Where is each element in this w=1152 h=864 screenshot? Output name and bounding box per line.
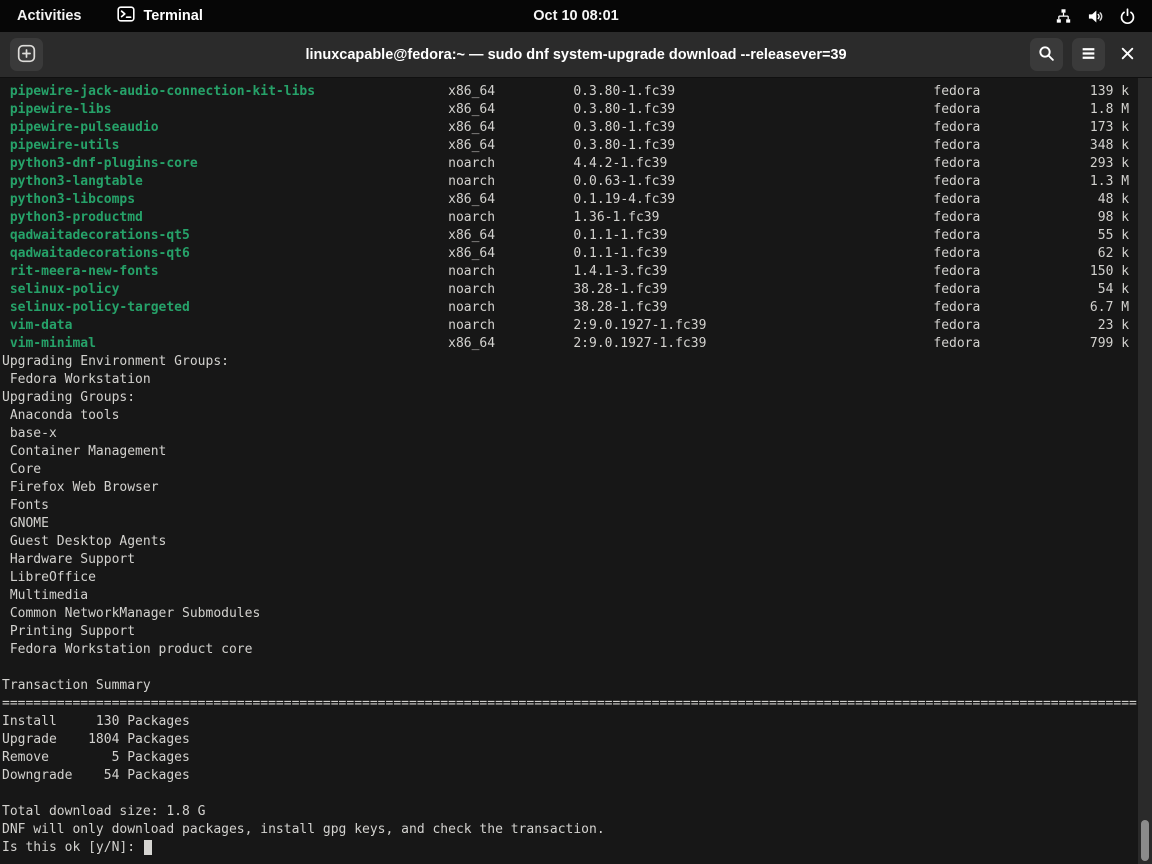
confirm-prompt: Is this ok [y/N]:	[2, 840, 143, 855]
terminal-line: Multimedia	[2, 587, 1152, 605]
menu-button[interactable]	[1072, 38, 1105, 71]
terminal-line: Fedora Workstation	[2, 371, 1152, 389]
package-name: pipewire-pulseaudio	[2, 120, 159, 135]
terminal-line: Is this ok [y/N]:	[2, 839, 1152, 857]
terminal-line	[2, 785, 1152, 803]
terminal-line: rit-meera-new-fonts noarch 1.4.1-3.fc39 …	[2, 263, 1152, 281]
terminal-line: selinux-policy-targeted noarch 38.28-1.f…	[2, 299, 1152, 317]
package-name: pipewire-jack-audio-connection-kit-libs	[2, 84, 315, 99]
package-details: x86_64 0.1.1-1.fc39 fedora 62 k	[190, 246, 1129, 261]
terminal-line: qadwaitadecorations-qt5 x86_64 0.1.1-1.f…	[2, 227, 1152, 245]
terminal-line: Firefox Web Browser	[2, 479, 1152, 497]
search-button[interactable]	[1030, 38, 1063, 71]
terminal-output[interactable]: pipewire-jack-audio-connection-kit-libs …	[0, 78, 1152, 857]
gnome-top-bar: Activities Terminal Oct 10 08:01	[0, 0, 1152, 32]
terminal-line: python3-productmd noarch 1.36-1.fc39 fed…	[2, 209, 1152, 227]
network-wired-icon	[1055, 8, 1072, 25]
close-button[interactable]	[1114, 42, 1140, 68]
terminal-line: Upgrade 1804 Packages	[2, 731, 1152, 749]
terminal-line: Upgrading Groups:	[2, 389, 1152, 407]
focused-app-label: Terminal	[143, 8, 202, 24]
terminal-line: pipewire-libs x86_64 0.3.80-1.fc39 fedor…	[2, 101, 1152, 119]
terminal-line: pipewire-jack-audio-connection-kit-libs …	[2, 83, 1152, 101]
terminal-line: vim-minimal x86_64 2:9.0.1927-1.fc39 fed…	[2, 335, 1152, 353]
package-details: noarch 1.4.1-3.fc39 fedora 150 k	[159, 264, 1130, 279]
terminal-line: vim-data noarch 2:9.0.1927-1.fc39 fedora…	[2, 317, 1152, 335]
terminal-line: pipewire-pulseaudio x86_64 0.3.80-1.fc39…	[2, 119, 1152, 137]
terminal-line: Printing Support	[2, 623, 1152, 641]
terminal-line: qadwaitadecorations-qt6 x86_64 0.1.1-1.f…	[2, 245, 1152, 263]
package-details: noarch 1.36-1.fc39 fedora 98 k	[143, 210, 1129, 225]
terminal-line: Total download size: 1.8 G	[2, 803, 1152, 821]
terminal-line: Remove 5 Packages	[2, 749, 1152, 767]
new-tab-icon	[17, 44, 36, 66]
console-window: linuxcapable@fedora:~ — sudo dnf system-…	[0, 32, 1152, 864]
terminal-line: Fonts	[2, 497, 1152, 515]
terminal-line: GNOME	[2, 515, 1152, 533]
terminal-line: Install 130 Packages	[2, 713, 1152, 731]
package-name: selinux-policy	[2, 282, 119, 297]
package-name: python3-langtable	[2, 174, 143, 189]
package-details: noarch 0.0.63-1.fc39 fedora 1.3 M	[143, 174, 1129, 189]
terminal-line: Container Management	[2, 443, 1152, 461]
header-bar: linuxcapable@fedora:~ — sudo dnf system-…	[0, 32, 1152, 78]
package-name: rit-meera-new-fonts	[2, 264, 159, 279]
terminal-line: python3-dnf-plugins-core noarch 4.4.2-1.…	[2, 155, 1152, 173]
terminal-line: python3-langtable noarch 0.0.63-1.fc39 f…	[2, 173, 1152, 191]
package-name: selinux-policy-targeted	[2, 300, 190, 315]
terminal-line: Guest Desktop Agents	[2, 533, 1152, 551]
terminal-line: Hardware Support	[2, 551, 1152, 569]
focused-app-menu[interactable]: Terminal	[117, 5, 202, 27]
package-name: python3-productmd	[2, 210, 143, 225]
volume-icon	[1087, 8, 1104, 25]
terminal-viewport: pipewire-jack-audio-connection-kit-libs …	[0, 78, 1152, 864]
terminal-line: Transaction Summary	[2, 677, 1152, 695]
terminal-line: pipewire-utils x86_64 0.3.80-1.fc39 fedo…	[2, 137, 1152, 155]
terminal-line: Core	[2, 461, 1152, 479]
package-details: noarch 4.4.2-1.fc39 fedora 293 k	[198, 156, 1129, 171]
power-icon	[1119, 8, 1136, 25]
terminal-line: base-x	[2, 425, 1152, 443]
terminal-line: ========================================…	[2, 695, 1152, 713]
terminal-line	[2, 659, 1152, 677]
package-name: pipewire-libs	[2, 102, 112, 117]
package-name: qadwaitadecorations-qt5	[2, 228, 190, 243]
terminal-line: Fedora Workstation product core	[2, 641, 1152, 659]
new-tab-button[interactable]	[10, 38, 43, 71]
close-icon	[1120, 46, 1135, 64]
package-name: vim-data	[2, 318, 72, 333]
package-name: vim-minimal	[2, 336, 96, 351]
package-name: pipewire-utils	[2, 138, 119, 153]
terminal-line: Anaconda tools	[2, 407, 1152, 425]
package-details: x86_64 0.3.80-1.fc39 fedora 348 k	[119, 138, 1129, 153]
terminal-line: python3-libcomps x86_64 0.1.19-4.fc39 fe…	[2, 191, 1152, 209]
search-icon	[1038, 45, 1055, 65]
package-details: x86_64 0.3.80-1.fc39 fedora 139 k	[315, 84, 1129, 99]
terminal-line: selinux-policy noarch 38.28-1.fc39 fedor…	[2, 281, 1152, 299]
package-details: noarch 2:9.0.1927-1.fc39 fedora 23 k	[72, 318, 1129, 333]
terminal-line: Common NetworkManager Submodules	[2, 605, 1152, 623]
package-details: x86_64 0.3.80-1.fc39 fedora 173 k	[159, 120, 1130, 135]
hamburger-menu-icon	[1080, 45, 1097, 65]
terminal-line: Upgrading Environment Groups:	[2, 353, 1152, 371]
terminal-app-icon	[117, 5, 135, 27]
package-name: python3-dnf-plugins-core	[2, 156, 198, 171]
window-title: linuxcapable@fedora:~ — sudo dnf system-…	[120, 47, 1032, 63]
scrollbar-track[interactable]	[1138, 78, 1152, 864]
scrollbar-thumb[interactable]	[1141, 820, 1149, 861]
package-name: python3-libcomps	[2, 192, 135, 207]
terminal-line: DNF will only download packages, install…	[2, 821, 1152, 839]
terminal-line: Downgrade 54 Packages	[2, 767, 1152, 785]
package-details: noarch 38.28-1.fc39 fedora 54 k	[119, 282, 1129, 297]
package-details: x86_64 0.1.19-4.fc39 fedora 48 k	[135, 192, 1129, 207]
system-status-area[interactable]	[1055, 8, 1136, 25]
activities-button[interactable]: Activities	[17, 8, 81, 24]
package-name: qadwaitadecorations-qt6	[2, 246, 190, 261]
package-details: x86_64 0.1.1-1.fc39 fedora 55 k	[190, 228, 1129, 243]
terminal-cursor[interactable]	[144, 840, 152, 855]
package-details: noarch 38.28-1.fc39 fedora 6.7 M	[190, 300, 1129, 315]
package-details: x86_64 2:9.0.1927-1.fc39 fedora 799 k	[96, 336, 1129, 351]
terminal-line: LibreOffice	[2, 569, 1152, 587]
package-details: x86_64 0.3.80-1.fc39 fedora 1.8 M	[112, 102, 1129, 117]
